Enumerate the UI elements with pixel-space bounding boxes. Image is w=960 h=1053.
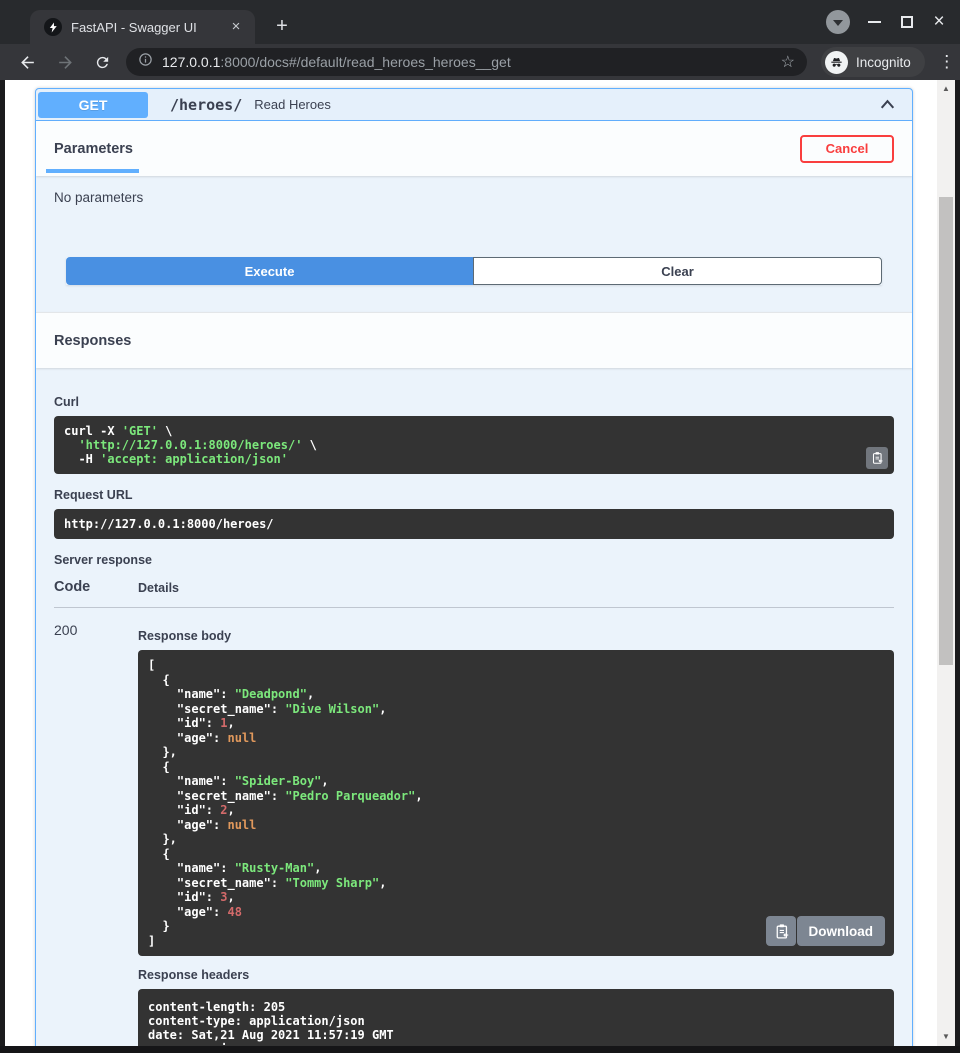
execute-row: Execute Clear [66, 257, 882, 285]
chevron-down-icon [833, 20, 843, 26]
response-body-label: Response body [138, 629, 894, 643]
browser-toolbar: 127.0.0.1:8000/docs#/default/read_heroes… [0, 44, 960, 80]
responses-section-header: Responses [36, 312, 912, 368]
forward-button[interactable] [53, 50, 77, 74]
new-tab-button[interactable]: + [268, 13, 296, 41]
maximize-button[interactable] [901, 16, 913, 28]
response-headers-label: Response headers [138, 968, 894, 982]
copy-response-icon[interactable] [766, 916, 796, 946]
collapse-chevron-up-icon[interactable] [879, 97, 896, 112]
url-path: :8000/docs#/default/read_heroes_heroes__… [220, 54, 510, 70]
minimize-button[interactable] [868, 21, 881, 23]
response-row-200: 200 Response body [ { "name": "Deadpond"… [54, 608, 894, 1046]
close-tab-icon[interactable]: × [227, 18, 245, 36]
scrollbar-thumb[interactable] [939, 197, 953, 665]
curl-label: Curl [54, 395, 894, 409]
fastapi-favicon-icon [44, 18, 62, 36]
server-response-table: Code Details 200 Response body [ { "name… [54, 579, 894, 1046]
tab-title: FastAPI - Swagger UI [71, 20, 227, 35]
details-column-header: Details [138, 581, 179, 595]
tab-search-button[interactable] [826, 10, 850, 34]
cancel-button[interactable]: Cancel [800, 135, 894, 163]
responses-body: Curl curl -X 'GET' \ 'http://127.0.0.1:8… [36, 368, 912, 1046]
download-button[interactable]: Download [797, 916, 886, 946]
browser-window: FastAPI - Swagger UI × + × 127.0.0.1:800… [0, 0, 960, 1053]
curl-copy-anchor [54, 447, 894, 474]
back-button[interactable] [15, 50, 39, 74]
browser-menu-icon[interactable]: ⋮ [937, 52, 957, 72]
response-details: Response body [ { "name": "Deadpond", "s… [138, 622, 894, 1046]
url-host: 127.0.0.1 [162, 54, 220, 70]
info-icon[interactable] [138, 52, 153, 72]
close-window-button[interactable]: × [928, 11, 950, 33]
status-code: 200 [54, 622, 138, 1046]
browser-tab-bar: FastAPI - Swagger UI × + × [0, 0, 960, 44]
swagger-page: GET /heroes/ Read Heroes Parameters Canc… [5, 80, 937, 1046]
endpoint-summary: Read Heroes [254, 97, 331, 112]
parameters-body: No parameters Execute Clear [36, 176, 912, 312]
clear-button[interactable]: Clear [473, 257, 882, 285]
response-headers-code-block: content-length: 205content-type: applica… [138, 989, 894, 1046]
request-url-label: Request URL [54, 488, 894, 502]
http-method-badge: GET [38, 92, 148, 118]
window-border-bottom [0, 1046, 960, 1053]
response-table-header: Code Details [54, 579, 894, 608]
incognito-icon [825, 51, 848, 74]
request-url-value: http://127.0.0.1:8000/heroes/ [54, 509, 894, 539]
endpoint-path: /heroes/ [170, 96, 242, 114]
page-scrollbar[interactable]: ▲ ▼ [937, 80, 955, 1046]
code-column-header: Code [54, 579, 138, 595]
copy-to-clipboard-icon[interactable] [866, 447, 888, 469]
execute-button[interactable]: Execute [66, 257, 473, 285]
reload-button[interactable] [90, 50, 114, 74]
responses-title: Responses [54, 333, 131, 349]
server-response-label: Server response [54, 553, 894, 567]
opblock-get-heroes: GET /heroes/ Read Heroes Parameters Canc… [35, 88, 913, 1046]
bookmark-star-icon[interactable]: ☆ [781, 52, 795, 72]
scroll-down-arrow-icon[interactable]: ▼ [937, 1030, 955, 1044]
no-parameters-text: No parameters [54, 190, 894, 205]
scroll-up-arrow-icon[interactable]: ▲ [937, 82, 955, 96]
window-border-right [955, 80, 960, 1053]
parameters-section-header: Parameters Cancel [36, 121, 912, 176]
url-text[interactable]: 127.0.0.1:8000/docs#/default/read_heroes… [162, 54, 781, 70]
opblock-summary[interactable]: GET /heroes/ Read Heroes [36, 89, 912, 121]
response-body-code-block: [ { "name": "Deadpond", "secret_name": "… [138, 650, 894, 956]
incognito-label: Incognito [856, 55, 911, 70]
window-border-left [0, 80, 5, 1053]
url-bar[interactable]: 127.0.0.1:8000/docs#/default/read_heroes… [126, 48, 807, 76]
active-tab-underline [46, 169, 139, 173]
parameters-title: Parameters [54, 141, 133, 157]
browser-tab[interactable]: FastAPI - Swagger UI × [30, 10, 255, 44]
incognito-badge: Incognito [821, 47, 925, 77]
